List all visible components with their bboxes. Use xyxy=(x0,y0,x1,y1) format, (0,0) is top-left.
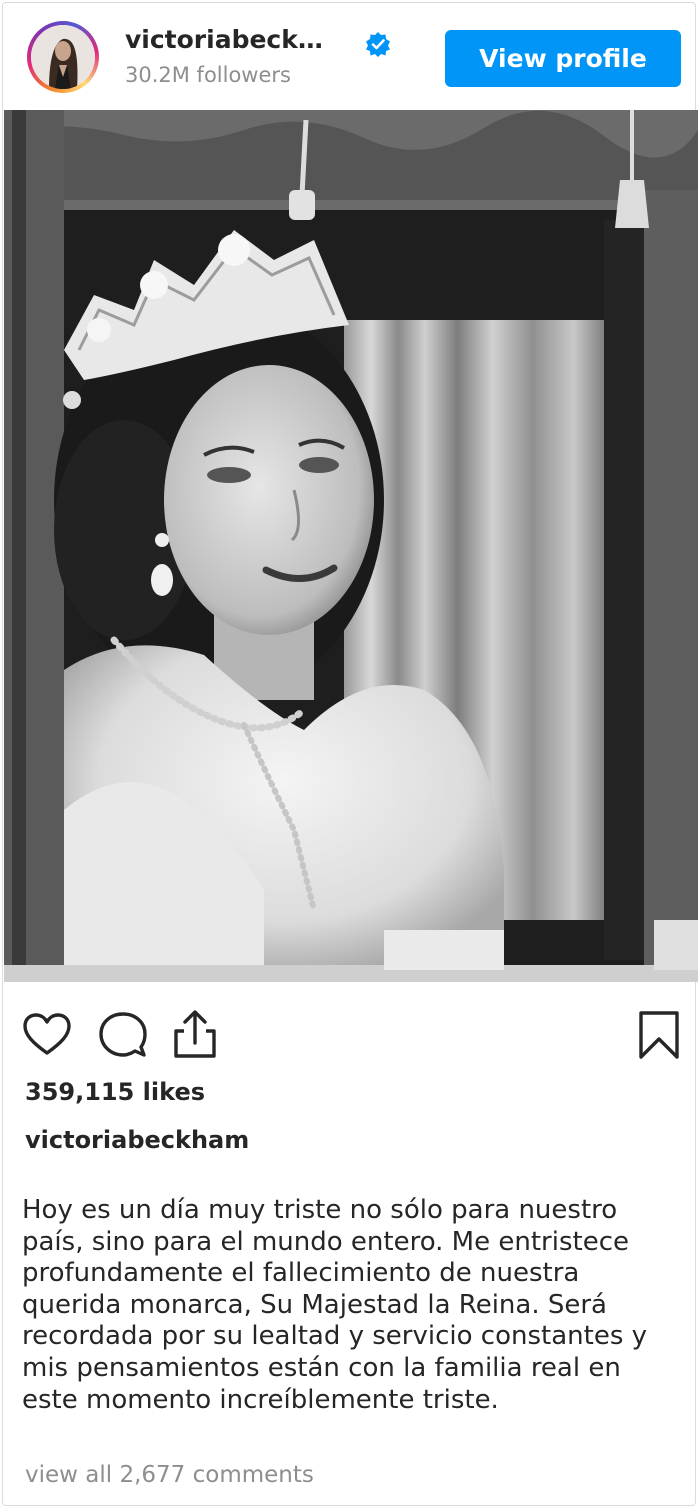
avatar-image xyxy=(31,25,95,89)
like-count[interactable]: 359,115 likes xyxy=(25,1078,205,1106)
post-actions xyxy=(3,1009,697,1069)
comment-icon[interactable] xyxy=(97,1009,149,1061)
follower-count: 30.2M followers xyxy=(125,63,291,87)
heart-icon[interactable] xyxy=(21,1009,73,1061)
post-image[interactable] xyxy=(4,110,698,982)
caption-username[interactable]: victoriabeckham xyxy=(25,1126,249,1154)
avatar[interactable] xyxy=(27,21,99,93)
view-profile-button[interactable]: View profile xyxy=(445,30,681,87)
instagram-embed-card: victoriabeck… 30.2M followers View profi… xyxy=(2,2,698,1506)
bookmark-icon[interactable] xyxy=(633,1009,685,1061)
verified-badge-icon xyxy=(365,31,391,57)
post-caption: Hoy es un día muy triste no sólo para nu… xyxy=(22,1195,648,1415)
profile-username[interactable]: victoriabeck… xyxy=(125,25,323,54)
post-header: victoriabeck… 30.2M followers View profi… xyxy=(3,3,697,111)
view-all-comments-link[interactable]: view all 2,677 comments xyxy=(25,1462,314,1488)
share-icon[interactable] xyxy=(169,1009,221,1061)
